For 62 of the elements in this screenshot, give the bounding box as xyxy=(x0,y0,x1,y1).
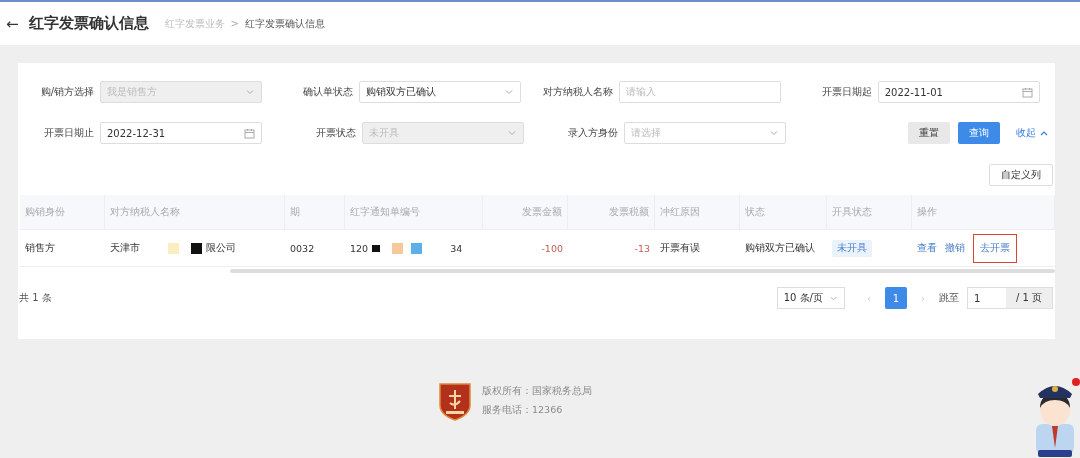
cell-text: 120 xyxy=(350,242,369,254)
breadcrumb-link[interactable]: 红字发票确认信息 xyxy=(244,16,325,31)
column-header: 操作 xyxy=(912,195,1055,229)
redaction-block xyxy=(191,242,202,254)
back-arrow[interactable]: ← xyxy=(6,14,19,33)
column-header: 发票税额 xyxy=(568,195,655,229)
table-cell-text: 开票有误 xyxy=(659,240,701,255)
redaction-block xyxy=(372,244,381,252)
filter-label: 开票日期起 xyxy=(820,85,873,99)
query-button[interactable]: 查询 xyxy=(958,122,1000,144)
filter-label: 录入方身份 xyxy=(567,126,619,140)
cell-text: 限公司 xyxy=(206,241,236,255)
status-tag: 未开具 xyxy=(832,239,872,257)
column-header: 对方纳税人名称 xyxy=(105,195,285,229)
reset-button[interactable]: 重置 xyxy=(908,122,950,144)
action-link[interactable]: 查看 xyxy=(917,241,937,255)
emblem-icon xyxy=(438,381,472,421)
column-header: 购销身份 xyxy=(20,195,105,229)
collapse-link[interactable]: 收起 xyxy=(1016,126,1049,140)
action-link[interactable]: 撤销 xyxy=(945,241,965,255)
table-cell-text: 0032 xyxy=(289,241,316,256)
redaction-block xyxy=(168,242,179,254)
table-cell-text: 购销双方已确认 xyxy=(744,240,816,255)
page-number-button[interactable]: 1 xyxy=(884,287,907,309)
action-link[interactable]: 去开票 xyxy=(973,233,1017,263)
redaction-block xyxy=(411,242,423,254)
filter-label: 开票日期止 xyxy=(43,126,95,140)
column-header: 开具状态 xyxy=(827,195,912,229)
filter-label: 购/销方选择 xyxy=(39,85,95,99)
calendar-icon xyxy=(1021,86,1033,98)
table-cell-text: 销售方 xyxy=(24,240,56,255)
date-field[interactable]: 2022-12-31 xyxy=(100,122,262,144)
chevron-down-icon xyxy=(245,87,255,97)
service-phone-text: 服务电话：12366 xyxy=(482,404,564,417)
scrollbar-thumb[interactable] xyxy=(230,269,1055,273)
filter-label: 开票状态 xyxy=(315,126,357,140)
date-field[interactable]: 2022-11-01 xyxy=(877,81,1040,103)
column-header: 状态 xyxy=(740,195,827,229)
filter-label: 确认单状态 xyxy=(302,85,355,99)
chevron-up-icon xyxy=(1039,129,1049,137)
total-count: 共 1 条 xyxy=(19,291,52,305)
page-size-select[interactable]: 10 条/页 xyxy=(776,287,845,309)
chevron-down-icon xyxy=(507,128,517,138)
select-field[interactable]: 购销双方已确认 xyxy=(359,81,522,103)
chevron-down-icon xyxy=(504,87,515,97)
cell-text: 天津市 xyxy=(110,241,140,255)
table-cell-text: -13 xyxy=(633,241,651,256)
custom-columns-button[interactable]: 自定义列 xyxy=(989,164,1053,186)
redaction-block xyxy=(392,242,404,254)
column-header: 期 xyxy=(285,195,345,229)
column-header: 红字通知单编号 xyxy=(345,195,483,229)
table-cell-text: -100 xyxy=(540,241,564,256)
column-header: 冲红原因 xyxy=(655,195,740,229)
chevron-down-icon xyxy=(769,128,779,138)
filter-label: 对方纳税人名称 xyxy=(541,85,614,99)
cell-text: 34 xyxy=(450,242,463,254)
calendar-icon xyxy=(244,127,255,139)
copyright-text: 版权所有：国家税务总局 xyxy=(482,385,592,398)
page-title: 红字发票确认信息 xyxy=(28,14,149,33)
jump-label: 跳至 xyxy=(938,291,959,305)
column-header: 发票金额 xyxy=(483,195,568,229)
breadcrumb-separator: > xyxy=(230,18,239,29)
